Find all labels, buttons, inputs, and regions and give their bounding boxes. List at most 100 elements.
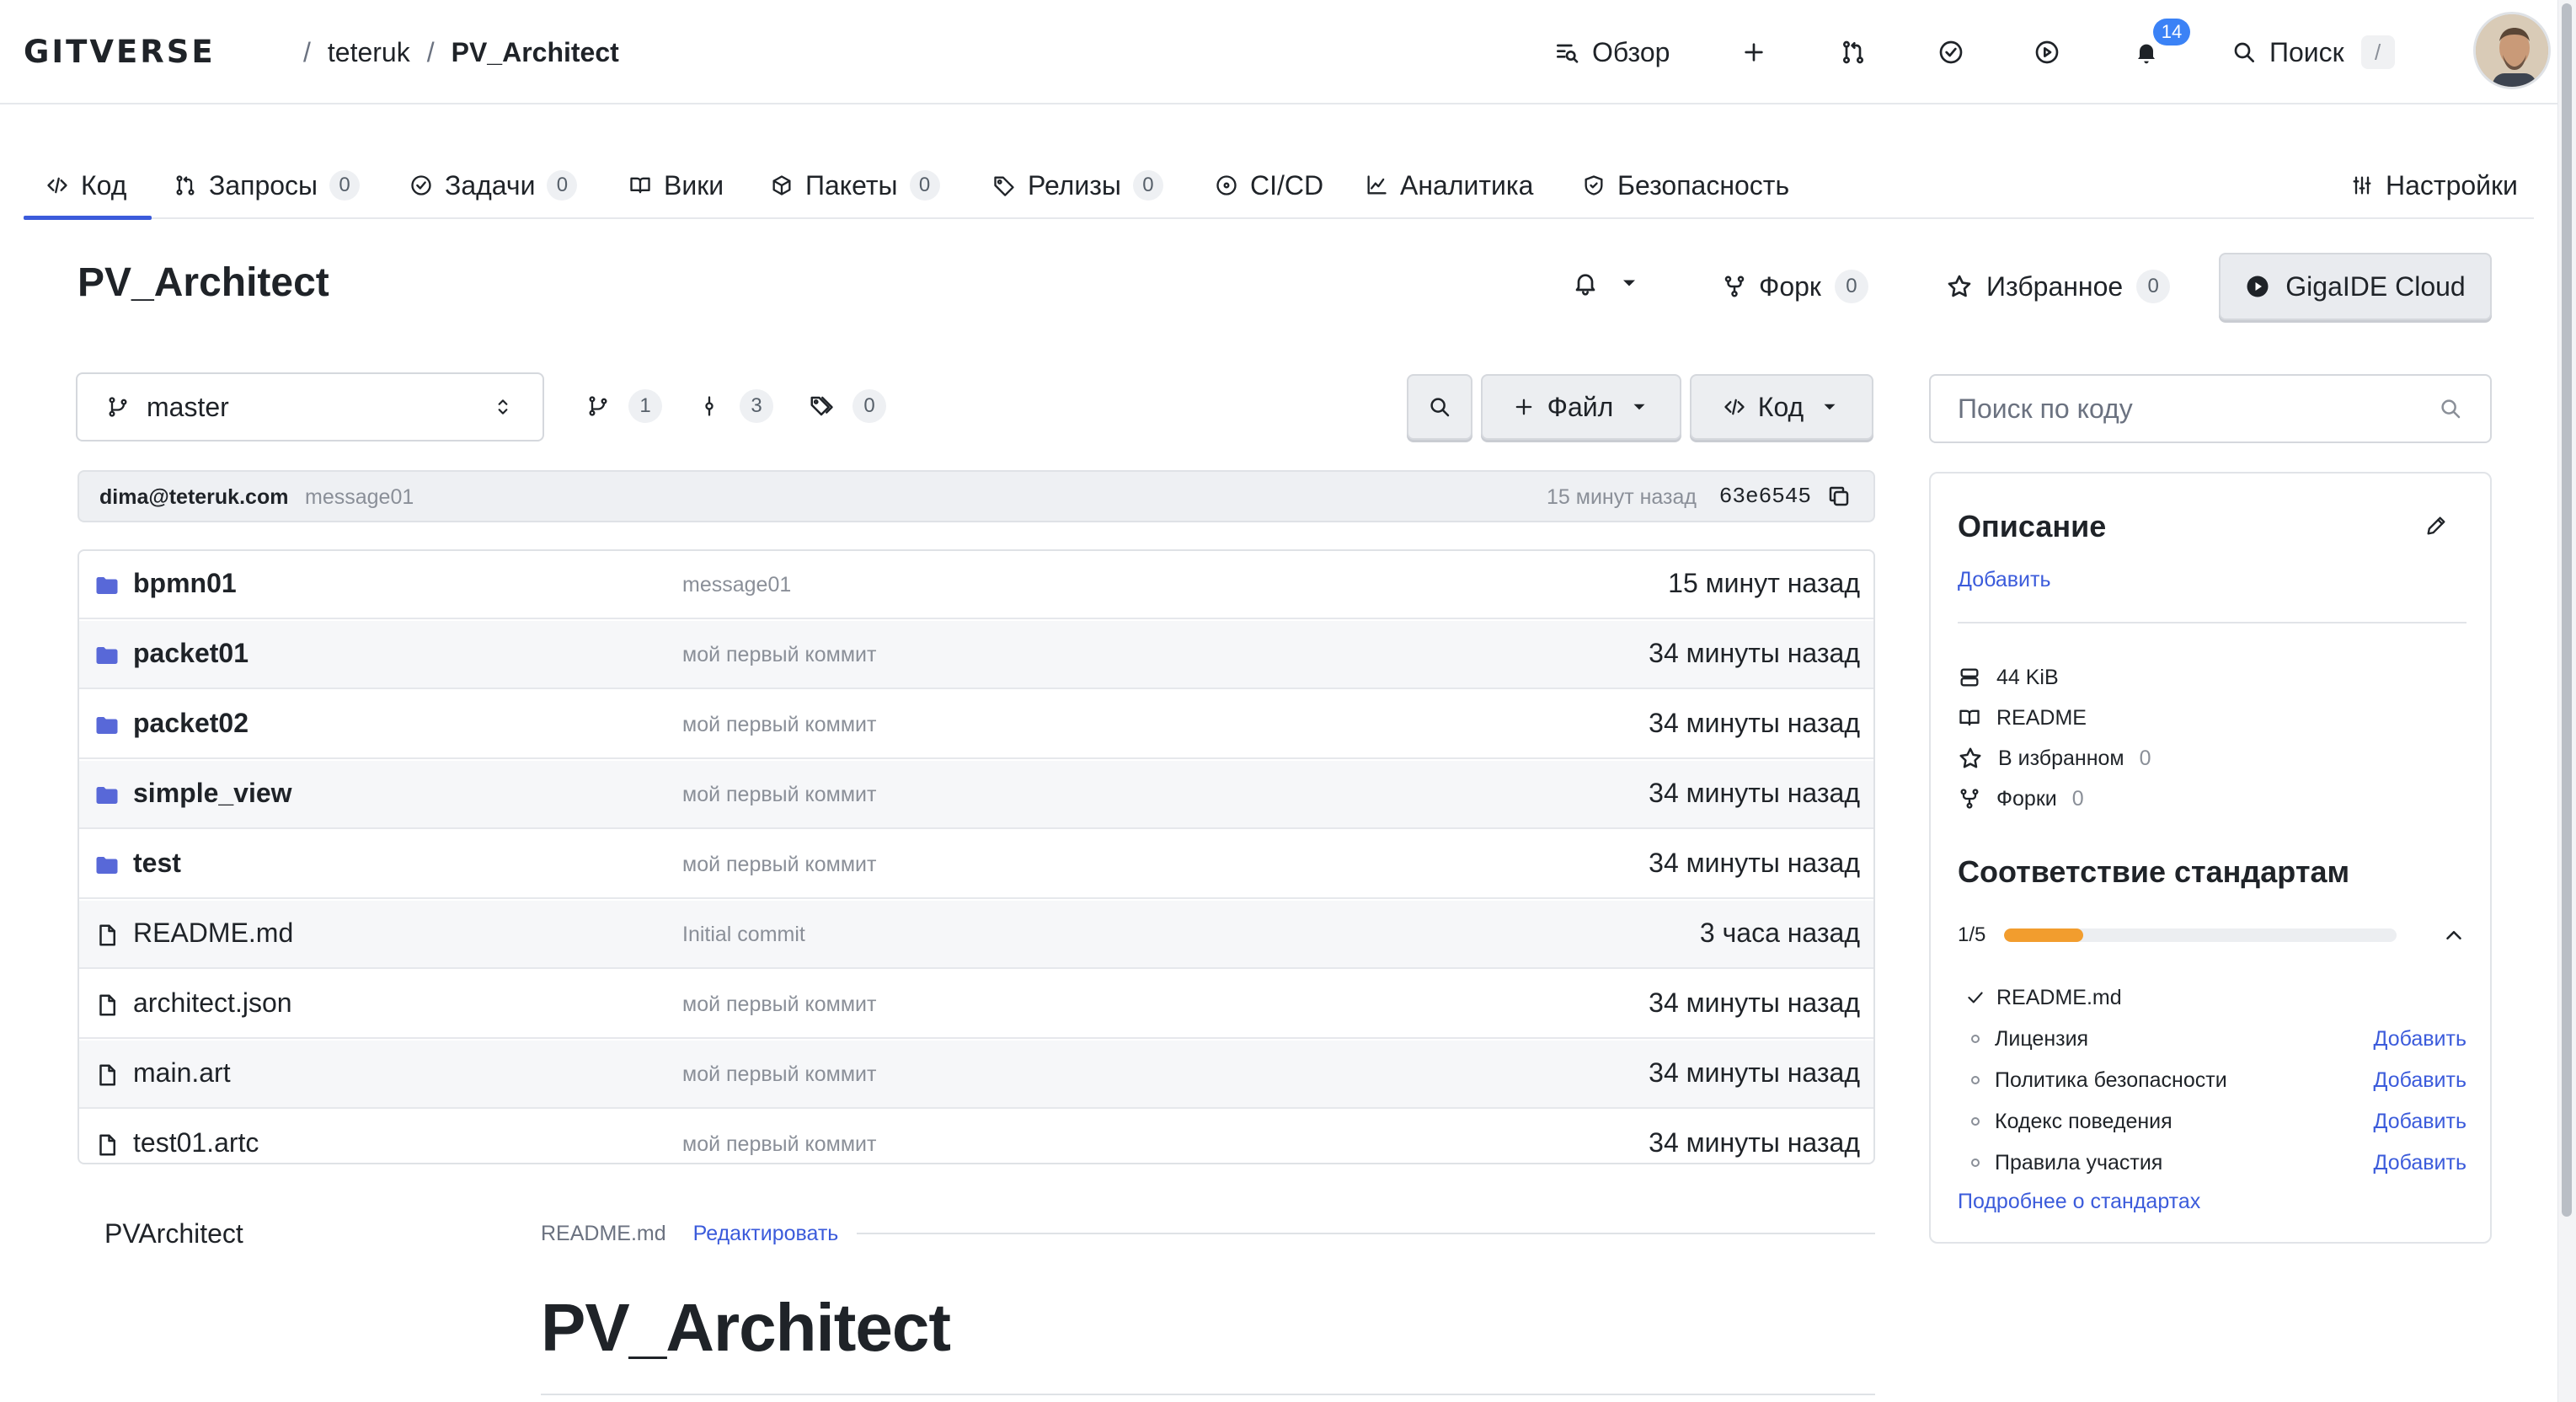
tab-releases[interactable]: Релизы 0 xyxy=(992,152,1163,219)
breadcrumb-owner[interactable]: teteruk xyxy=(328,37,410,68)
readme-link[interactable]: README xyxy=(1958,703,2087,733)
file-commit-message[interactable]: мой первый коммит xyxy=(682,993,876,1017)
description-title: Описание xyxy=(1958,509,2107,543)
file-name[interactable]: test xyxy=(133,848,181,879)
file-commit-message[interactable]: мой первый коммит xyxy=(682,1062,876,1087)
file-commit-message[interactable]: message01 xyxy=(682,573,791,597)
file-commit-message[interactable]: мой первый коммит xyxy=(682,1132,876,1157)
table-row[interactable]: test мой первый коммит 34 минуты назад xyxy=(79,831,1873,899)
copy-icon xyxy=(1829,486,1849,506)
tab-packages[interactable]: Пакеты 0 xyxy=(770,152,940,219)
file-name[interactable]: bpmn01 xyxy=(133,568,237,599)
divider xyxy=(1958,622,2466,623)
forks-stat[interactable]: Форки 0 xyxy=(1958,784,2084,814)
create-button[interactable] xyxy=(1740,25,1767,79)
file-name[interactable]: packet01 xyxy=(133,638,249,669)
standard-label: Кодекс поведения xyxy=(1995,1109,2172,1133)
code-search-input[interactable]: Поиск по коду xyxy=(1929,374,2492,443)
branches-link[interactable]: 1 xyxy=(586,389,662,423)
add-description-link[interactable]: Добавить xyxy=(1958,568,2051,592)
tab-cicd[interactable]: CI/CD xyxy=(1215,152,1323,219)
chart-icon xyxy=(1367,175,1387,195)
standard-item: Политика безопасности Добавить xyxy=(1964,1065,2466,1095)
standard-item: README.md xyxy=(1964,982,2466,1013)
tab-wiki[interactable]: Вики xyxy=(628,152,724,219)
standards-more-link[interactable]: Подробнее о стандартах xyxy=(1958,1190,2200,1214)
commits-link[interactable]: 3 xyxy=(697,389,773,423)
table-row[interactable]: test01.artc мой первый коммит 34 минуты на… xyxy=(79,1110,1873,1163)
copy-hash-button[interactable] xyxy=(1826,484,1852,509)
file-commit-message[interactable]: мой первый коммит xyxy=(682,643,876,667)
table-row[interactable]: main.art мой первый коммит 34 минуты назад xyxy=(79,1041,1873,1109)
fork-button[interactable]: Форк 0 xyxy=(1722,261,1868,312)
global-search[interactable]: Поиск / xyxy=(2231,25,2395,79)
file-search-button[interactable] xyxy=(1407,374,1472,440)
breadcrumb-repo[interactable]: PV_Architect xyxy=(452,37,619,68)
file-name[interactable]: packet02 xyxy=(133,708,249,739)
standard-add-link[interactable]: Добавить xyxy=(2374,1027,2467,1052)
table-row[interactable]: packet01 мой первый коммит 34 минуты назад xyxy=(79,621,1873,689)
table-row[interactable]: architect.json мой первый коммит 34 минуты… xyxy=(79,971,1873,1039)
check-icon xyxy=(1968,992,1983,1003)
file-commit-message[interactable]: Initial commit xyxy=(682,923,805,947)
standard-add-link[interactable]: Добавить xyxy=(2374,1068,2467,1093)
table-row[interactable]: README.md Initial commit 3 часа назад xyxy=(79,901,1873,969)
tab-analytics[interactable]: Аналитика xyxy=(1365,152,1533,219)
tab-label: Аналитика xyxy=(1400,169,1534,201)
file-commit-message[interactable]: мой первый коммит xyxy=(682,783,876,807)
code-search-placeholder: Поиск по коду xyxy=(1958,393,2133,424)
standard-add-link[interactable]: Добавить xyxy=(2374,1110,2467,1134)
collapse-standards-button[interactable] xyxy=(2441,923,2466,948)
readme-edit-link[interactable]: Редактировать xyxy=(693,1222,839,1246)
readme-toc-title[interactable]: PVArchitect xyxy=(104,1218,243,1249)
repo-title: PV_Architect xyxy=(77,260,329,305)
commit-message[interactable]: message01 xyxy=(305,485,414,510)
favorites-stat[interactable]: В избранном 0 xyxy=(1958,743,2151,773)
file-list: bpmn01 message01 15 минут назад packet01 мой… xyxy=(77,549,1875,1164)
issues-button[interactable] xyxy=(1937,25,1964,79)
file-commit-message[interactable]: мой первый коммит xyxy=(682,713,876,737)
tab-code[interactable]: Код xyxy=(45,152,126,219)
file-commit-time: 34 минуты назад xyxy=(1649,848,1860,878)
file-name[interactable]: architect.json xyxy=(133,987,292,1019)
table-row[interactable]: simple_view мой первый коммит 34 минуты на… xyxy=(79,761,1873,829)
pull-requests-button[interactable] xyxy=(1840,25,1867,79)
standard-add-link[interactable]: Добавить xyxy=(2374,1151,2467,1175)
file-name[interactable]: README.md xyxy=(133,918,293,949)
favorite-button[interactable]: Избранное 0 xyxy=(1946,261,2171,312)
gitverse-logo[interactable]: GITVERSE xyxy=(24,34,216,71)
table-row[interactable]: bpmn01 message01 15 минут назад xyxy=(79,551,1873,619)
avatar[interactable] xyxy=(2473,12,2551,89)
overview-link[interactable]: Обзор xyxy=(1553,25,1670,79)
commit-time: 15 минут назад xyxy=(1547,485,1697,509)
file-name[interactable]: test01.artc xyxy=(133,1127,259,1159)
tab-settings[interactable]: Настройки xyxy=(2350,152,2518,219)
file-name[interactable]: main.art xyxy=(133,1057,231,1089)
tab-requests[interactable]: Запросы 0 xyxy=(174,152,361,219)
tab-label: Код xyxy=(81,169,127,201)
branch-selector[interactable]: master xyxy=(76,372,544,441)
divider xyxy=(541,1394,1875,1395)
standard-item: Кодекс поведения Добавить xyxy=(1964,1106,2466,1137)
scrollbar-thumb[interactable] xyxy=(2562,3,2572,1217)
search-shortcut-key: / xyxy=(2360,35,2395,69)
tags-link[interactable]: 0 xyxy=(809,389,886,423)
file-commit-message[interactable]: мой первый коммит xyxy=(682,853,876,877)
progress-bar xyxy=(2004,928,2397,942)
folder-icon xyxy=(96,857,118,874)
package-icon xyxy=(772,175,791,195)
gigaide-cloud-button[interactable]: GigaIDE Cloud xyxy=(2219,253,2492,320)
file-menu-button[interactable]: Файл xyxy=(1481,374,1681,440)
code-menu-button[interactable]: Код xyxy=(1690,374,1873,440)
commit-author[interactable]: dima@teteruk.com xyxy=(99,485,288,510)
file-name[interactable]: simple_view xyxy=(133,778,292,809)
pipelines-button[interactable] xyxy=(2034,25,2060,79)
fork-icon xyxy=(1724,276,1745,297)
edit-description-button[interactable] xyxy=(2424,514,2448,538)
commit-hash[interactable]: 63e6545 xyxy=(1719,484,1811,509)
tab-security[interactable]: Безопасность xyxy=(1582,152,1789,219)
table-row[interactable]: packet02 мой первый коммит 34 минуты назад xyxy=(79,691,1873,759)
tab-count: 0 xyxy=(329,170,361,201)
tab-issues[interactable]: Задачи 0 xyxy=(409,152,578,219)
watch-button[interactable] xyxy=(1572,270,1641,297)
